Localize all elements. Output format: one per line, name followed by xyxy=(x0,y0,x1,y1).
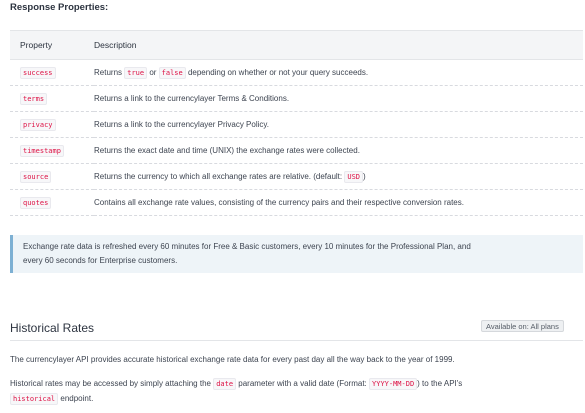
column-header-property: Property xyxy=(10,30,94,60)
property-description: Returns a link to the currencylayer Priv… xyxy=(94,111,583,138)
table-header-row: Property Description xyxy=(10,30,583,60)
divider xyxy=(10,340,583,341)
inline-code: YYYY-MM-DD xyxy=(369,378,418,390)
property-name: timestamp xyxy=(20,145,64,157)
paragraph: Historical rates may be accessed by simp… xyxy=(10,378,463,405)
table-row: terms Returns a link to the currencylaye… xyxy=(10,85,583,112)
property-name: terms xyxy=(20,93,48,105)
property-name: quotes xyxy=(20,197,52,209)
table-row: source Returns the currency to which all… xyxy=(10,163,583,190)
inline-code: historical xyxy=(10,392,59,405)
availability-badge: Available on: All plans xyxy=(481,320,564,332)
table-row: privacy Returns a link to the currencyla… xyxy=(10,111,583,138)
property-description: Contains all exchange rate values, consi… xyxy=(94,189,583,216)
column-header-description: Description xyxy=(94,30,583,60)
note-line: Exchange rate data is refreshed every 60… xyxy=(23,242,471,251)
inline-code: USD xyxy=(344,171,364,183)
property-name: success xyxy=(20,67,56,79)
property-description: Returns the currency to which all exchan… xyxy=(94,163,583,190)
table-row: timestamp Returns the exact date and tim… xyxy=(10,137,583,164)
inline-code: date xyxy=(213,378,237,390)
property-name: source xyxy=(20,171,52,183)
property-description: Returns the exact date and time (UNIX) t… xyxy=(94,137,583,164)
property-description: Returns true or false depending on wheth… xyxy=(94,59,583,86)
property-name: privacy xyxy=(20,119,56,131)
info-note: Exchange rate data is refreshed every 60… xyxy=(10,235,583,273)
note-line: every 60 seconds for Enterprise customer… xyxy=(23,255,178,265)
table-row: quotes Contains all exchange rate values… xyxy=(10,189,583,216)
inline-code: false xyxy=(158,67,186,79)
inline-code: true xyxy=(124,67,148,79)
section-heading-response-properties: Response Properties: xyxy=(10,2,109,13)
response-properties-table: Property Description success Returns tru… xyxy=(10,30,583,216)
paragraph: The currencylayer API provides accurate … xyxy=(10,355,455,364)
property-description: Returns a link to the currencylayer Term… xyxy=(94,85,583,112)
table-row: success Returns true or false depending … xyxy=(10,59,583,86)
section-heading-historical-rates: Historical Rates xyxy=(10,321,95,335)
